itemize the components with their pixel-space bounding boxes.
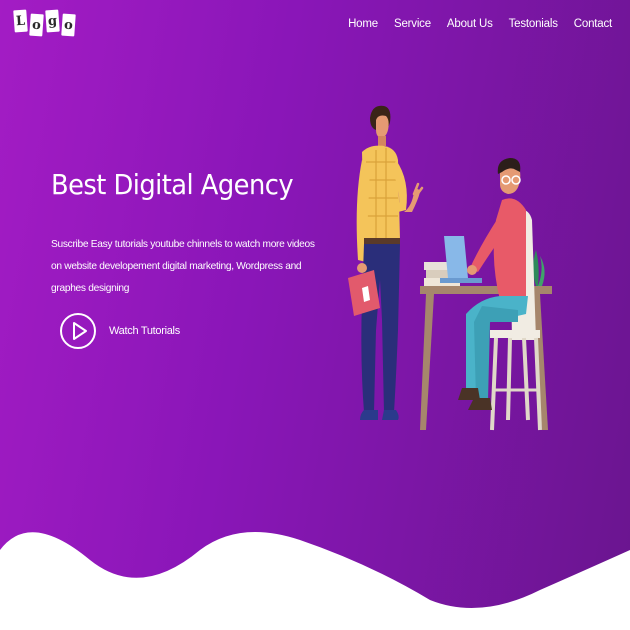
nav-testimonials[interactable]: Testonials xyxy=(509,18,558,30)
standing-man-figure xyxy=(348,105,424,420)
hero-title: Best Digital Agency xyxy=(51,168,294,201)
nav-contact[interactable]: Contact xyxy=(574,18,612,30)
logo[interactable]: L o g o xyxy=(13,9,76,37)
nav-home[interactable]: Home xyxy=(348,18,378,30)
logo-letter: o xyxy=(61,13,76,37)
hero-description: Suscribe Easy tutorials youtube chinnels… xyxy=(51,239,315,294)
nav-service[interactable]: Service xyxy=(394,18,431,30)
logo-letter: o xyxy=(29,13,44,37)
logo-letter: L xyxy=(13,9,28,33)
play-icon[interactable] xyxy=(59,312,97,350)
logo-letter: g xyxy=(45,9,60,33)
hero-page: L o g o Home Service About Us Testonials… xyxy=(0,0,630,630)
watch-tutorials-button[interactable]: Watch Tutorials xyxy=(59,312,180,350)
main-nav: Home Service About Us Testonials Contact xyxy=(348,18,612,30)
team-illustration xyxy=(348,105,552,431)
wave-divider xyxy=(0,532,630,630)
nav-about-us[interactable]: About Us xyxy=(447,18,493,30)
watch-tutorials-label: Watch Tutorials xyxy=(109,325,180,337)
